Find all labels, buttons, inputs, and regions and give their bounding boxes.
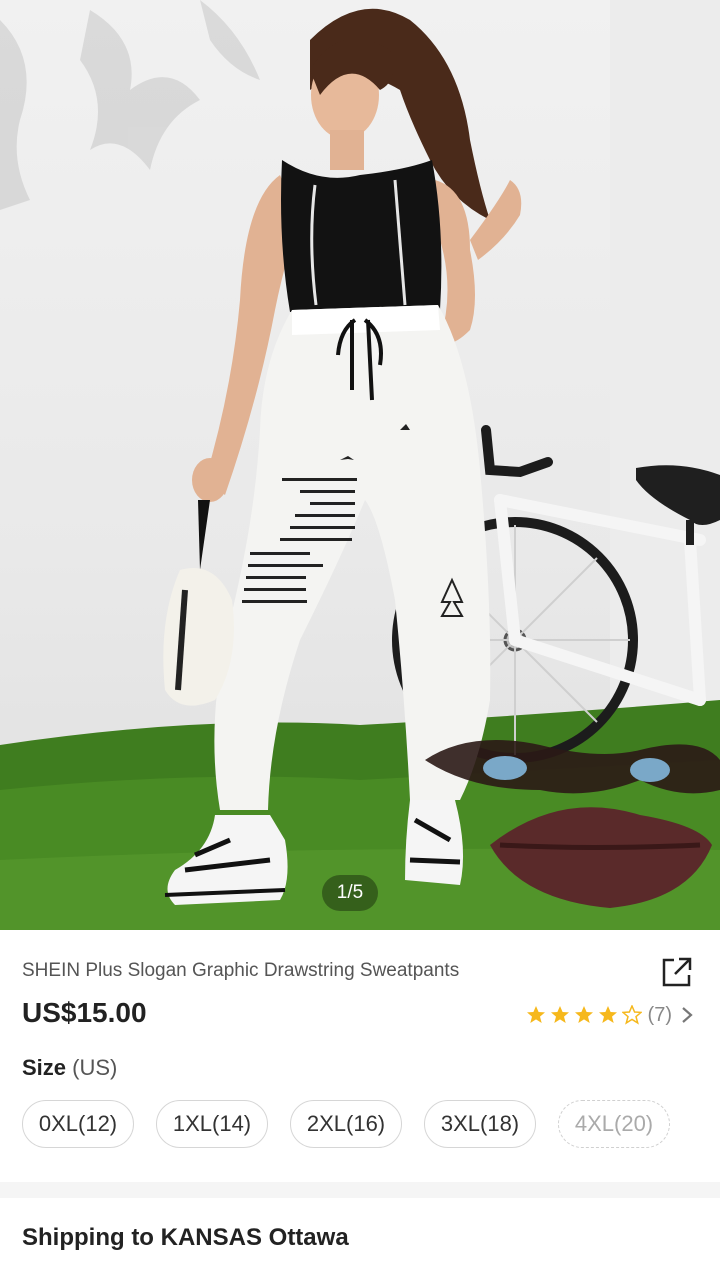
size-option-2xl[interactable]: 2XL(16)	[290, 1100, 402, 1148]
size-label: Size	[22, 1055, 67, 1080]
product-title: SHEIN Plus Slogan Graphic Drawstring Swe…	[22, 960, 460, 981]
size-section-label: Size (US)	[22, 1055, 117, 1081]
size-unit: (US)	[72, 1055, 118, 1080]
product-photo	[0, 0, 720, 930]
star-rating	[522, 1005, 642, 1025]
star-empty-icon	[621, 1005, 642, 1025]
star-filled-icon	[598, 1006, 617, 1023]
shipping-title[interactable]: Shipping to KANSAS Ottawa	[22, 1224, 349, 1252]
rating-summary[interactable]: (7)	[522, 1000, 694, 1030]
section-divider	[0, 1182, 720, 1198]
review-count: (7)	[647, 1003, 672, 1026]
share-icon[interactable]	[660, 955, 694, 989]
size-option-0xl[interactable]: 0XL(12)	[22, 1100, 134, 1148]
size-option-1xl[interactable]: 1XL(14)	[156, 1100, 268, 1148]
size-option-4xl[interactable]: 4XL(20)	[558, 1100, 670, 1148]
product-price: US$15.00	[22, 997, 147, 1028]
star-filled-icon	[526, 1006, 545, 1023]
size-option-3xl[interactable]: 3XL(18)	[424, 1100, 536, 1148]
star-filled-icon	[550, 1006, 569, 1023]
size-options: 0XL(12) 1XL(14) 2XL(16) 3XL(18) 4XL(20)	[22, 1100, 670, 1148]
chevron-right-icon	[682, 1007, 693, 1023]
star-filled-icon	[574, 1006, 593, 1023]
gallery-page-indicator: 1/5	[322, 875, 378, 911]
product-image-carousel[interactable]: 1/5	[0, 0, 720, 930]
